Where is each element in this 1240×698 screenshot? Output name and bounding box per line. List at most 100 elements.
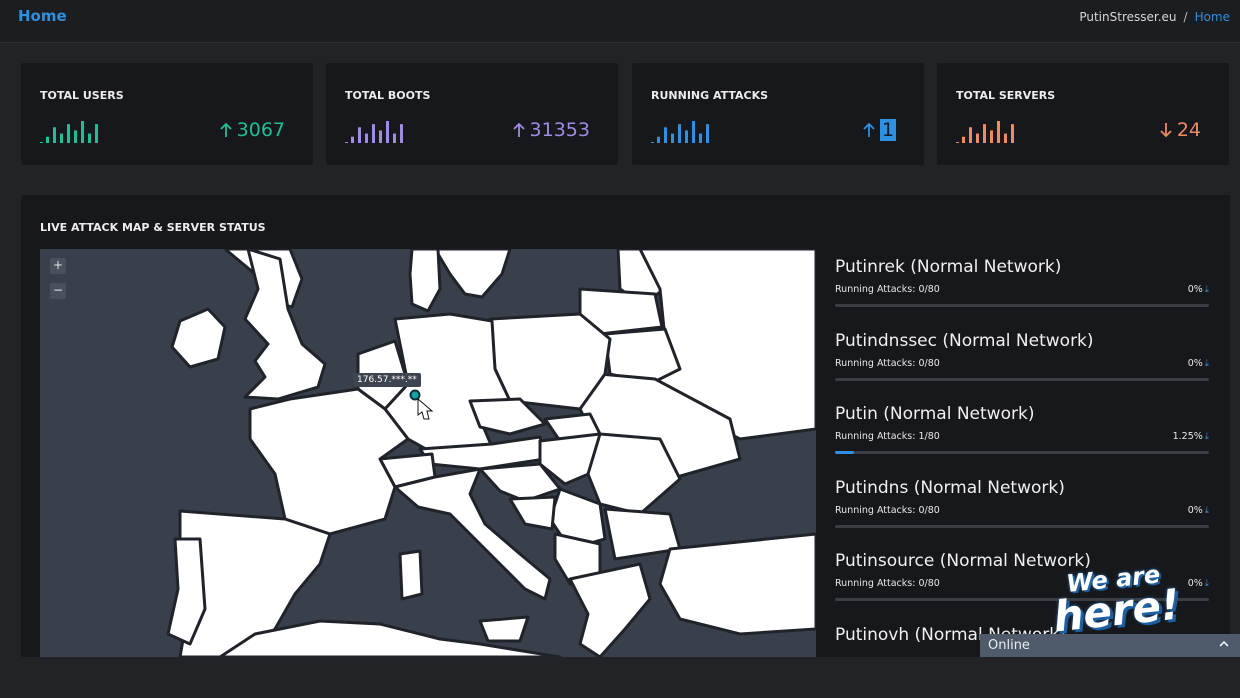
land-ireland [172,309,225,367]
running-attacks-text: Running Attacks: 0/80 [835,358,940,369]
breadcrumb: PutinStresser.eu / Home [1079,10,1230,24]
panel-title: LIVE ATTACK MAP & SERVER STATUS [40,221,266,234]
we-are-here-badge[interactable]: We are here! [1049,561,1182,638]
land-greece [570,564,650,657]
server-item: Putin (Normal Network) Running Attacks: … [835,404,1209,478]
load-percent: 0%⤓ [1188,578,1209,589]
running-attacks-text: Running Attacks: 0/80 [835,578,940,589]
breadcrumb-separator: / [1184,10,1188,24]
breadcrumb-site-link[interactable]: PutinStresser.eu [1079,10,1176,24]
sparkline-bar [962,137,965,143]
sparkline-bar [393,134,396,143]
sparkline-bar [60,134,63,143]
load-percent-value: 0% [1188,358,1203,369]
load-progress-bar [835,525,1209,528]
load-percent: 0%⤓ [1188,284,1209,295]
sparkline-bar [699,134,702,143]
sparkline-bar [685,130,688,143]
down-arrow-icon: ⤓ [1205,284,1209,295]
trend-arrow-icon [1158,121,1174,139]
marker-tooltip: 176.57.***.** [353,373,421,387]
chevron-up-icon[interactable] [1218,637,1230,651]
load-percent: 1.25%⤓ [1173,431,1209,442]
sparkline-bar [664,127,667,143]
trend-arrow-icon [861,121,877,139]
running-attacks-text: Running Attacks: 1/80 [835,431,940,442]
sparkline-bar [657,137,660,143]
stat-number: 31353 [530,119,590,141]
sparkline-bar [358,127,361,143]
server-name: Putindnssec (Normal Network) [835,331,1209,351]
server-item: Putinrek (Normal Network) Running Attack… [835,257,1209,331]
stat-number: 1 [880,119,896,141]
sparkline-bar [81,121,84,143]
down-arrow-icon: ⤓ [1205,578,1209,589]
stat-card-running-attacks: RUNNING ATTACKS 1 [632,63,924,165]
attack-map[interactable]: + − 176.57.***.** [40,249,816,657]
chat-widget-bar[interactable]: Online [980,634,1240,657]
down-arrow-icon: ⤓ [1205,431,1209,442]
sparkline-bar [969,127,972,143]
stat-card-total-boots: TOTAL BOOTS 31353 [326,63,618,165]
load-percent: 0%⤓ [1188,505,1209,516]
sparkline-chart [651,117,711,143]
server-meta: Running Attacks: 1/80 1.25%⤓ [835,431,1209,445]
attack-map-panel: LIVE ATTACK MAP & SERVER STATUS [21,195,1230,657]
sparkline-bar [379,130,382,143]
arrow-up-icon [221,124,231,137]
arrow-up-icon [864,124,874,137]
arrow-up-icon [514,124,524,137]
zoom-in-button[interactable]: + [50,258,66,274]
server-name: Putindns (Normal Network) [835,478,1209,498]
sparkline-bar [74,130,77,143]
sparkline-bar [997,121,1000,143]
sparkline-bar [53,127,56,143]
arrow-down-icon [1161,123,1171,136]
zoom-out-button[interactable]: − [50,283,66,299]
sparkline-bar [990,130,993,143]
sparkline-bar [400,124,403,143]
sparkline-chart [956,117,1016,143]
land-denmark [410,249,440,311]
sparkline-chart [345,117,405,143]
sparkline-bar [671,134,674,143]
load-progress-bar [835,304,1209,307]
stat-label: TOTAL SERVERS [956,89,1055,102]
load-progress-bar [835,378,1209,381]
land-bosnia [510,497,555,529]
stat-value: 31353 [511,119,590,141]
load-percent-value: 0% [1188,284,1203,295]
sparkline-bar [706,124,709,143]
top-bar: Home PutinStresser.eu / Home [0,0,1240,43]
server-name: Putin (Normal Network) [835,404,1209,424]
badge-line-2: here! [1052,584,1182,637]
load-progress-bar [835,451,1209,454]
chat-status: Online [988,638,1030,653]
load-percent: 0%⤓ [1188,358,1209,369]
server-item: Putindns (Normal Network) Running Attack… [835,478,1209,552]
sparkline-bar [46,137,49,143]
load-percent-value: 0% [1188,505,1203,516]
sparkline-bar [678,124,681,143]
attack-marker [411,391,420,400]
trend-arrow-icon [218,121,234,139]
breadcrumb-current[interactable]: Home [1195,10,1230,24]
sparkline-chart [40,117,100,143]
stat-label: RUNNING ATTACKS [651,89,768,102]
server-meta: Running Attacks: 0/80 0%⤓ [835,505,1209,519]
sparkline-bar [95,124,98,143]
land-turkey [660,534,816,634]
sparkline-bar [1011,124,1014,143]
stat-value: 3067 [218,119,285,141]
stat-value: 1 [861,119,896,141]
page-title: Home [18,7,67,25]
sparkline-bar [976,134,979,143]
load-percent-value: 0% [1188,578,1203,589]
server-meta: Running Attacks: 0/80 0%⤓ [835,358,1209,372]
stat-value: 24 [1158,119,1201,141]
sparkline-bar [67,124,70,143]
sparkline-bar [365,134,368,143]
stat-label: TOTAL USERS [40,89,124,102]
sparkline-bar [983,124,986,143]
server-name: Putinrek (Normal Network) [835,257,1209,277]
